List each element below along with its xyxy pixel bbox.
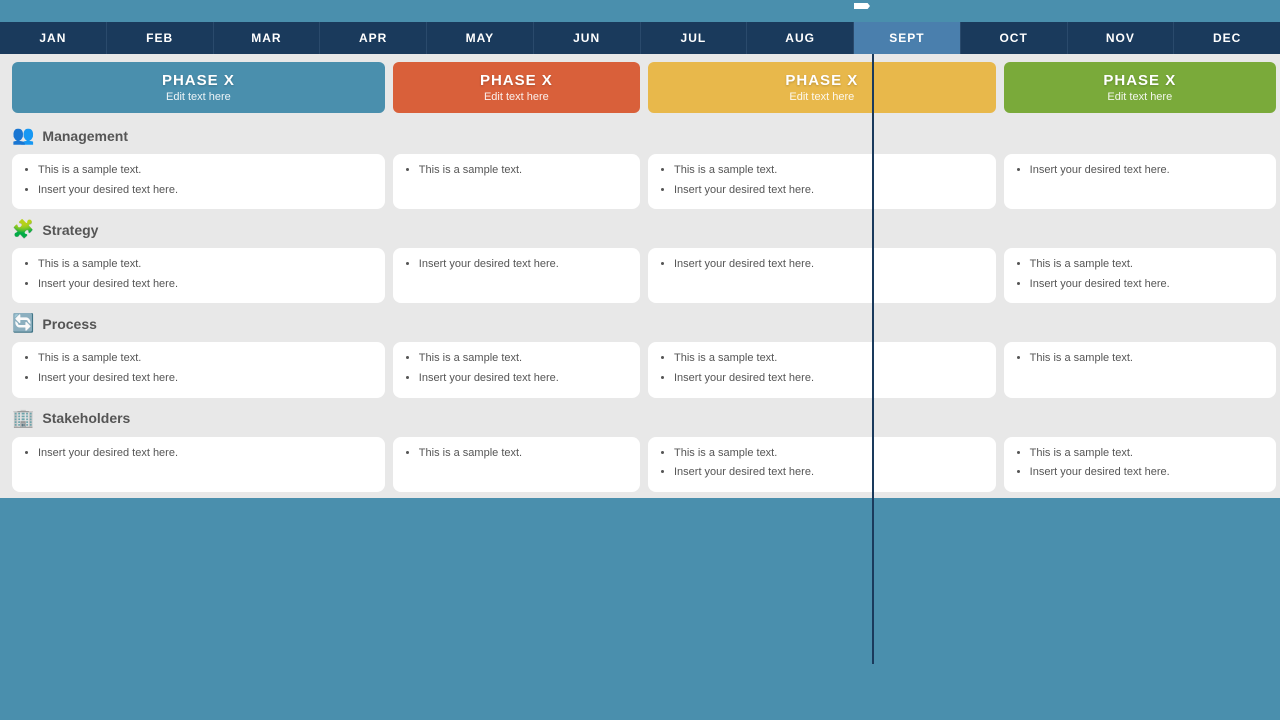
card-item: This is a sample text. (1030, 445, 1264, 463)
section-header-0: 👥 Management (0, 121, 1280, 150)
card-item: Insert your desired text here. (38, 370, 373, 388)
card-0-0: This is a sample text. Insert your desire… (12, 154, 385, 209)
cards-row-3: Insert your desired text here.This is a … (0, 433, 1280, 498)
card-1-0: This is a sample text. Insert your desire… (12, 248, 385, 303)
section-title-3: Stakeholders (42, 410, 130, 426)
card-1-3: This is a sample text. Insert your desire… (1004, 248, 1276, 303)
section-header-2: 🔄 Process (0, 309, 1280, 338)
card-item: This is a sample text. (674, 445, 984, 463)
card-item: This is a sample text. (419, 445, 628, 463)
card-item: This is a sample text. (1030, 256, 1264, 274)
section-icon-3: 🏢 (12, 408, 34, 429)
phase-title-1: PHASE X (162, 72, 235, 89)
card-item: Insert your desired text here. (1030, 464, 1264, 482)
card-item: Insert your desired text here. (419, 256, 628, 274)
card-item: This is a sample text. (38, 162, 373, 180)
card-3-3: This is a sample text.Insert your desire… (1004, 437, 1276, 492)
month-cell-nov: NOV (1068, 22, 1175, 54)
card-item: This is a sample text. (674, 162, 984, 180)
phase-subtitle-3: Edit text here (789, 91, 854, 103)
month-header: JANFEBMARAPRMAYJUNJULAUGSEPTOCTNOVDEC (0, 22, 1280, 54)
phase-block-2: PHASE X Edit text here (393, 62, 640, 113)
month-cell-jan: JAN (0, 22, 107, 54)
month-cell-may: MAY (427, 22, 534, 54)
card-1-2: Insert your desired text here. (648, 248, 996, 303)
phase-row: PHASE X Edit text here PHASE X Edit text he… (0, 54, 1280, 121)
card-2-1: This is a sample text. Insert your desire… (393, 342, 640, 397)
section-header-3: 🏢 Stakeholders (0, 404, 1280, 433)
card-0-3: Insert your desired text here. (1004, 154, 1276, 209)
card-item: Insert your desired text here. (674, 182, 984, 200)
card-2-0: This is a sample text. Insert your desire… (12, 342, 385, 397)
card-item: Insert your desired text here. (1030, 162, 1264, 180)
card-item: Insert your desired text here. (38, 182, 373, 200)
card-1-1: Insert your desired text here. (393, 248, 640, 303)
phase-block-4: PHASE X Edit text here (1004, 62, 1276, 113)
phase-subtitle-2: Edit text here (484, 91, 549, 103)
card-item: This is a sample text. (419, 350, 628, 368)
today-line (872, 54, 874, 664)
card-0-1: This is a sample text. (393, 154, 640, 209)
today-flag (854, 3, 870, 9)
phase-title-2: PHASE X (480, 72, 553, 89)
page-title (0, 0, 1280, 22)
card-item: Insert your desired text here. (674, 464, 984, 482)
card-item: This is a sample text. (1030, 350, 1264, 368)
phase-subtitle-1: Edit text here (166, 91, 231, 103)
card-item: This is a sample text. (38, 256, 373, 274)
section-title-1: Strategy (42, 222, 98, 238)
card-item: This is a sample text. (419, 162, 628, 180)
month-cell-feb: FEB (107, 22, 214, 54)
month-cell-apr: APR (320, 22, 427, 54)
content-area: PHASE X Edit text here PHASE X Edit text he… (0, 54, 1280, 498)
month-cell-dec: DEC (1174, 22, 1280, 54)
phase-block-3: PHASE X Edit text here (648, 62, 996, 113)
cards-row-1: This is a sample text. Insert your desire… (0, 244, 1280, 309)
phase-block-1: PHASE X Edit text here (12, 62, 385, 113)
card-item: Insert your desired text here. (674, 370, 984, 388)
main-wrapper: JANFEBMARAPRMAYJUNJULAUGSEPTOCTNOVDEC PH… (0, 0, 1280, 720)
card-0-2: This is a sample text. Insert your desire… (648, 154, 996, 209)
card-3-0: Insert your desired text here. (12, 437, 385, 492)
card-3-2: This is a sample text.Insert your desire… (648, 437, 996, 492)
cards-row-2: This is a sample text. Insert your desire… (0, 338, 1280, 403)
card-item: Insert your desired text here. (419, 370, 628, 388)
card-3-1: This is a sample text. (393, 437, 640, 492)
section-icon-2: 🔄 (12, 313, 34, 334)
card-2-2: This is a sample text. Insert your desire… (648, 342, 996, 397)
card-item: Insert your desired text here. (38, 276, 373, 294)
phase-subtitle-4: Edit text here (1107, 91, 1172, 103)
month-cell-sept: SEPT (854, 22, 961, 54)
card-item: Insert your desired text here. (674, 256, 984, 274)
month-cell-mar: MAR (214, 22, 321, 54)
month-cell-oct: OCT (961, 22, 1068, 54)
section-icon-1: 🧩 (12, 219, 34, 240)
month-cell-aug: AUG (747, 22, 854, 54)
card-item: Insert your desired text here. (38, 445, 373, 463)
card-item: This is a sample text. (38, 350, 373, 368)
section-title-2: Process (42, 316, 96, 332)
today-marker (854, 0, 870, 14)
month-cell-jun: JUN (534, 22, 641, 54)
section-header-1: 🧩 Strategy (0, 215, 1280, 244)
card-2-3: This is a sample text. (1004, 342, 1276, 397)
card-item: Insert your desired text here. (1030, 276, 1264, 294)
phase-title-3: PHASE X (785, 72, 858, 89)
month-cell-jul: JUL (641, 22, 748, 54)
timeline-area: JANFEBMARAPRMAYJUNJULAUGSEPTOCTNOVDEC (0, 22, 1280, 54)
card-item: This is a sample text. (674, 350, 984, 368)
section-icon-0: 👥 (12, 125, 34, 146)
phase-title-4: PHASE X (1103, 72, 1176, 89)
section-title-0: Management (42, 128, 128, 144)
cards-row-0: This is a sample text. Insert your desire… (0, 150, 1280, 215)
